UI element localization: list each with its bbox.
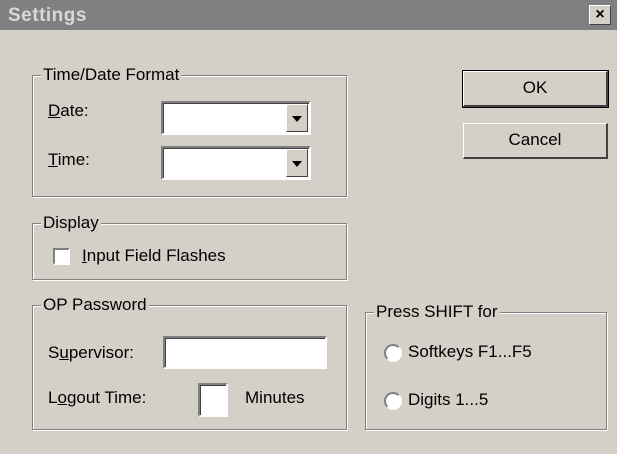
display-legend: Display (41, 213, 101, 233)
press-shift-legend: Press SHIFT for (374, 302, 500, 322)
input-field-flashes-checkbox[interactable] (53, 248, 70, 265)
supervisor-label: Supervisor: (48, 343, 134, 362)
op-password-legend: OP Password (41, 295, 149, 315)
ok-button[interactable]: OK (462, 70, 609, 108)
time-date-format-legend: Time/Date Format (41, 65, 182, 85)
chevron-down-icon (292, 161, 302, 167)
close-button[interactable]: × (589, 5, 611, 25)
logout-time-input[interactable] (198, 383, 228, 417)
time-dropdown-button[interactable] (286, 149, 308, 177)
date-combobox[interactable] (161, 101, 311, 135)
date-label: Date: (48, 101, 89, 120)
title-bar: Settings × (0, 0, 617, 30)
press-shift-group: Press SHIFT for (365, 302, 607, 430)
softkeys-label: Softkeys F1...F5 (408, 342, 532, 361)
logout-time-label: Logout Time: (48, 388, 147, 407)
cancel-button[interactable]: Cancel (463, 123, 608, 159)
digits-radio[interactable] (384, 392, 402, 410)
time-combobox[interactable] (161, 146, 311, 180)
chevron-down-icon (292, 116, 302, 122)
input-field-flashes-label: Input Field Flashes (82, 246, 226, 265)
digits-label: Digits 1...5 (408, 390, 489, 409)
window-title: Settings (8, 5, 87, 26)
date-dropdown-button[interactable] (286, 104, 308, 132)
time-label: Time: (48, 150, 90, 169)
softkeys-radio[interactable] (384, 344, 402, 362)
supervisor-password-input[interactable] (163, 336, 327, 369)
minutes-label: Minutes (245, 388, 305, 407)
